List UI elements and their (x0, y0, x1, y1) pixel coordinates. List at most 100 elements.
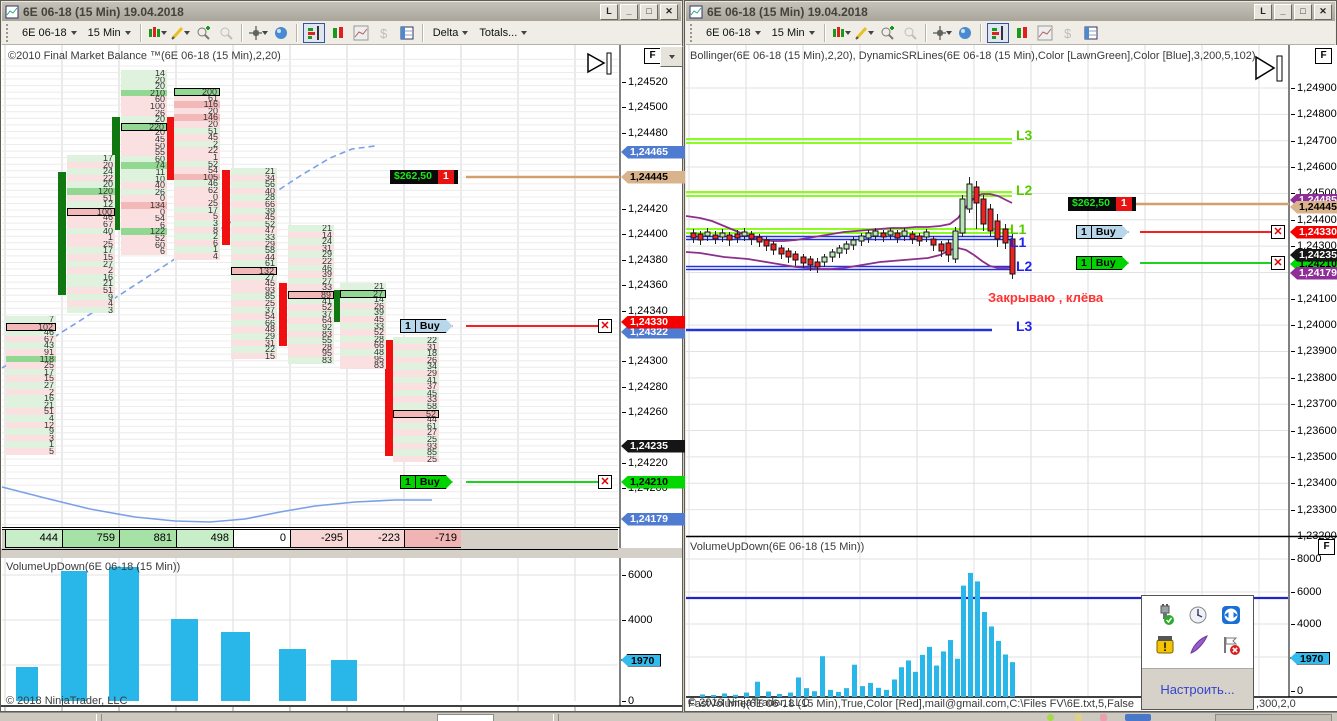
link-button[interactable]: L (600, 3, 618, 20)
footprint-cell: 26 (393, 356, 439, 364)
axis-tick: 1,23900 (1291, 345, 1337, 357)
right-fixed-scale-button[interactable]: F (1315, 48, 1332, 64)
footprint-cell: 31 (231, 339, 277, 347)
delta-dropdown[interactable]: Delta (429, 25, 473, 41)
snapshot-icon[interactable] (955, 24, 975, 42)
chart-style-footprint-icon[interactable] (302, 22, 325, 43)
footprint-cell: 52 (231, 220, 277, 228)
unrealized-pnl-tag[interactable]: $262,50 1 (390, 170, 458, 184)
taskbar-grip[interactable] (96, 714, 102, 721)
footprint-cell: 33 (393, 396, 439, 403)
chart-style-footprint-icon[interactable] (986, 22, 1009, 43)
footprint-cell: 33 (340, 322, 386, 330)
taskbar-app-icon[interactable] (1125, 714, 1151, 721)
footprint-cell: 66 (231, 319, 277, 327)
interval-dropdown[interactable]: 15 Min (84, 25, 135, 41)
footprint-cell: 61 (393, 422, 439, 430)
footprint-cell: 45 (340, 316, 386, 323)
minimize-button[interactable]: _ (1274, 3, 1292, 20)
toolbar-grip[interactable] (6, 23, 13, 42)
axis-tick: 1,24100 (1291, 293, 1337, 305)
cancel-order-button[interactable]: ✕ (598, 475, 612, 489)
link-button[interactable]: L (1254, 3, 1272, 20)
footprint-cell: 20 (67, 161, 115, 169)
snapshot-icon[interactable] (271, 24, 291, 42)
left-axis-dropdown[interactable] (660, 46, 683, 67)
footprint-cell: 58 (393, 403, 439, 410)
buy-stop-tag[interactable]: 1Buy S1 (400, 319, 453, 333)
footprint-cell: 46 (288, 264, 334, 272)
footprint-cell: 60 (121, 96, 167, 103)
buy-target-tag[interactable]: 1Buy T1 (1076, 256, 1129, 270)
close-button[interactable]: ✕ (1314, 3, 1332, 20)
footprint-cell: 21 (231, 168, 277, 175)
zoom-in-icon[interactable] (193, 24, 213, 42)
footprint-cell: 17 (67, 247, 115, 254)
footprint-cell: 44 (231, 253, 277, 261)
warning-alert-icon[interactable]: ! (1154, 634, 1176, 656)
toolbar-grip[interactable] (690, 23, 697, 42)
draw-tool-icon[interactable] (854, 24, 874, 42)
chart-style-bars-icon[interactable] (328, 24, 348, 42)
axis-tick: 0 (1291, 685, 1303, 697)
candlestick-style-icon[interactable] (831, 24, 851, 42)
draw-tool-icon[interactable] (170, 24, 190, 42)
usb-connected-icon[interactable] (1154, 604, 1176, 626)
cancel-order-button[interactable]: ✕ (1271, 225, 1285, 239)
feather-pen-icon[interactable] (1187, 634, 1209, 656)
right-bar-marker-icon[interactable] (1254, 55, 1286, 85)
unrealized-pnl-tag[interactable]: $262,50 1 (1068, 197, 1136, 211)
taskbar-input[interactable] (437, 714, 494, 721)
taskbar-app-icon[interactable] (1075, 714, 1082, 721)
footprint-cell: 0 (174, 193, 220, 201)
close-button[interactable]: ✕ (660, 3, 678, 20)
footprint-cell: 15 (67, 254, 115, 261)
candlestick-style-icon[interactable] (147, 24, 167, 42)
instrument-dropdown[interactable]: 6E 06-18 (18, 25, 81, 41)
left-fixed-scale-button[interactable]: F (644, 48, 661, 64)
taskbar-grip[interactable] (553, 714, 559, 721)
chart-style-bars-icon[interactable] (1012, 24, 1032, 42)
footprint-cell: 16 (67, 273, 115, 281)
sr-level-label-green: L2 (1016, 182, 1033, 198)
taskbar-app-icon[interactable] (1100, 714, 1107, 721)
left-bar-marker-icon[interactable] (586, 52, 616, 78)
chart-style-line-icon[interactable] (351, 24, 371, 42)
crosshair-icon[interactable] (932, 24, 952, 42)
maximize-button[interactable]: □ (640, 3, 658, 20)
sr-level-label-blue: L2 (1016, 258, 1033, 274)
taskbar (0, 712, 1337, 721)
right-titlebar[interactable]: 6E 06-18 (15 Min) 19.04.2018 L _ □ ✕ (686, 2, 1335, 21)
maximize-button[interactable]: □ (1294, 3, 1312, 20)
interval-dropdown[interactable]: 15 Min (768, 25, 819, 41)
buy-target-tag[interactable]: 1Buy T1 (400, 475, 453, 489)
zoom-in-icon[interactable] (877, 24, 897, 42)
footprint-cell: 55 (121, 149, 167, 156)
axis-tick: 1,24000 (1291, 319, 1337, 331)
footprint-cell: 91 (6, 349, 56, 356)
clock-icon[interactable] (1187, 604, 1209, 626)
cancel-order-button[interactable]: ✕ (598, 319, 612, 333)
instrument-dropdown[interactable]: 6E 06-18 (702, 25, 765, 41)
buy-stop-tag[interactable]: 1Buy S1 (1076, 225, 1129, 239)
left-titlebar[interactable]: 6E 06-18 (15 Min) 19.04.2018 L _ □ ✕ (2, 2, 681, 21)
chart-style-line-icon[interactable] (1035, 24, 1055, 42)
cancel-order-button[interactable]: ✕ (1271, 256, 1285, 270)
flag-error-icon[interactable] (1220, 634, 1242, 656)
right-volume-fixed-scale-button[interactable]: F (1318, 539, 1335, 555)
footprint-cell: 27 (340, 289, 386, 298)
minimize-button[interactable]: _ (620, 3, 638, 20)
taskbar-status-icon[interactable] (1047, 714, 1054, 721)
data-panel-icon[interactable] (1081, 24, 1101, 42)
right-copyright: © 2018 NinjaTrader, LLC (688, 697, 810, 709)
footprint-cell: 85 (393, 449, 439, 456)
footprint-cell: 37 (393, 383, 439, 390)
configure-menu-item[interactable]: Настроить... (1142, 668, 1253, 709)
data-panel-icon[interactable] (397, 24, 417, 42)
teamviewer-icon[interactable] (1220, 604, 1242, 626)
axis-tick: 1,23800 (1291, 372, 1337, 384)
totals-dropdown[interactable]: Totals... (475, 25, 531, 41)
footprint-cell: 74 (121, 162, 167, 169)
totals-cell: 498 (176, 529, 233, 548)
crosshair-icon[interactable] (248, 24, 268, 42)
